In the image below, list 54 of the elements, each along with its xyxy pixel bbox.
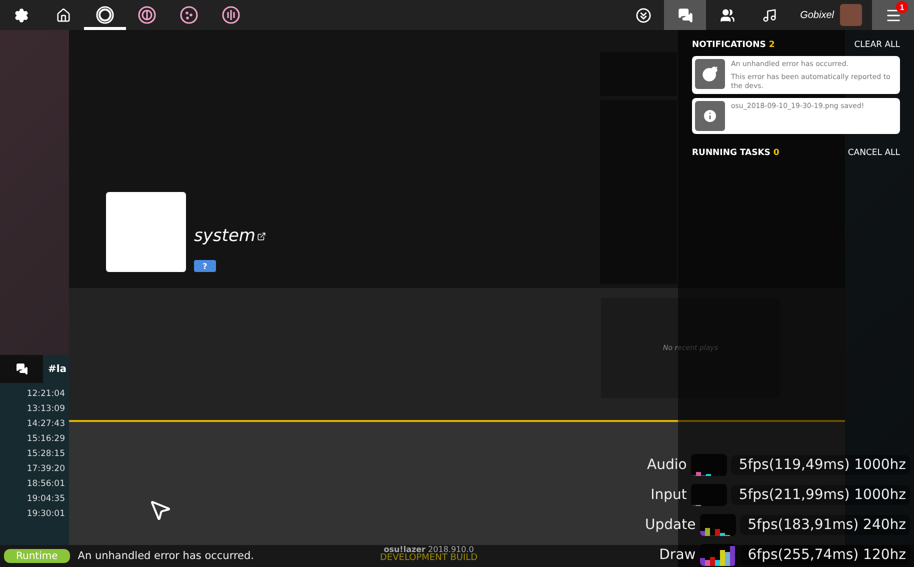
build-label: DEVELOPMENT BUILD [380, 554, 478, 563]
bomb-icon [702, 66, 718, 82]
frame-time-graph [700, 514, 736, 536]
message-timestamp: 18:56:01 [26, 478, 65, 491]
status-message: An unhandled error has occurred. [78, 550, 254, 562]
group-tag: ? [194, 260, 216, 272]
notification-badge: 1 [896, 1, 908, 13]
fps-label: Audio [647, 457, 687, 473]
fps-reading: 5fps(119,49ms) 1000hz [730, 455, 910, 475]
notifications-title: NOTIFICATIONS 2 [692, 40, 775, 50]
fps-label: Draw [659, 547, 696, 563]
clear-all-button[interactable]: CLEAR ALL [854, 40, 900, 50]
home-icon [56, 8, 70, 22]
settings-icon [14, 8, 28, 22]
version-text: osu!lazer 2018.910.0 [384, 545, 474, 554]
channel-tab[interactable]: #la [43, 364, 67, 374]
message-timestamp: 13:13:09 [26, 403, 65, 416]
fps-reading: 5fps(183,91ms) 240hz [740, 515, 910, 535]
frame-time-graph [690, 484, 727, 506]
avatar-placeholder [840, 4, 862, 26]
users-icon [720, 8, 735, 22]
fps-label: Input [650, 487, 687, 503]
chat-icon [16, 363, 28, 375]
message-timestamp: 12:21:04 [26, 388, 65, 401]
chevrons-down-icon [636, 8, 651, 22]
log-level-tag: Runtime [4, 549, 70, 563]
cancel-all-button[interactable]: CANCEL ALL [848, 148, 900, 158]
profile-username: system [194, 226, 256, 246]
cursor-icon [148, 498, 172, 522]
chat-tab[interactable] [0, 355, 43, 383]
toolbar-button[interactable] [664, 0, 706, 30]
message-timestamp: 14:27:43 [26, 418, 65, 431]
ruleset-icon [180, 6, 198, 24]
menu-button[interactable]: 1 [872, 0, 914, 30]
message-timestamp: 15:28:15 [26, 448, 65, 461]
ruleset-icon [96, 6, 114, 24]
chat-icon [678, 8, 693, 22]
info-icon [702, 108, 718, 124]
external-link-icon[interactable] [257, 232, 266, 240]
music-icon [762, 8, 777, 22]
message-timestamp: 19:04:35 [26, 493, 65, 506]
frame-time-graph [690, 454, 727, 476]
fps-label: Update [645, 517, 696, 533]
fps-reading: 5fps(211,99ms) 1000hz [730, 485, 910, 505]
user-button[interactable]: Gobixel [790, 0, 872, 30]
message-timestamp: 19:30:01 [26, 508, 65, 521]
fps-reading: 6fps(255,74ms) 120hz [740, 545, 910, 565]
frame-time-graph [700, 544, 736, 566]
message-timestamp: 17:39:20 [26, 463, 65, 476]
ruleset-icon [222, 6, 240, 24]
username: Gobixel [800, 10, 834, 20]
message-timestamp: 15:16:29 [26, 433, 65, 446]
running-tasks-title: RUNNING TASKS 0 [692, 148, 780, 158]
ruleset-icon [138, 6, 156, 24]
